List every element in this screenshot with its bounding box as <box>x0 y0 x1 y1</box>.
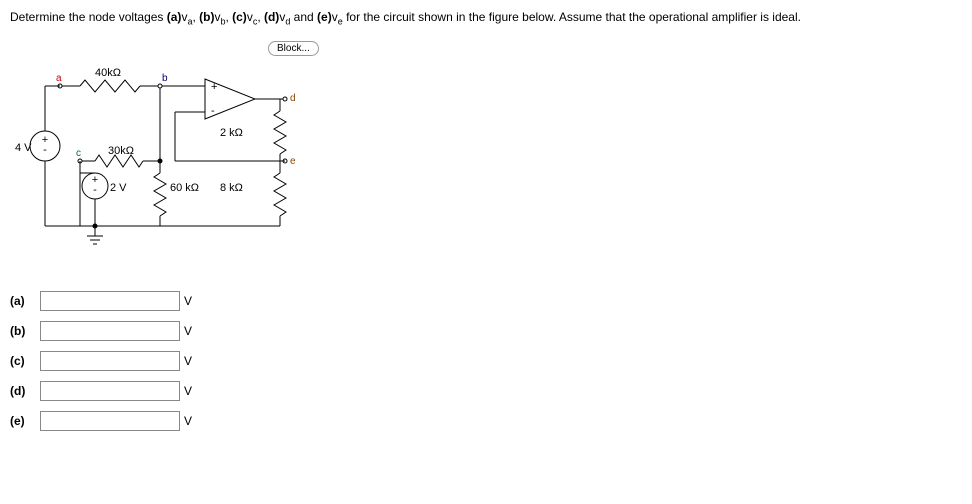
svg-text:-: - <box>43 144 47 156</box>
answer-d-label: (d) <box>10 384 40 398</box>
part-c-tag: (c) <box>232 10 247 24</box>
answer-b-unit: V <box>184 324 192 338</box>
node-b-label: b <box>162 73 168 84</box>
answer-row-b: (b) V <box>10 321 962 341</box>
problem-prefix: Determine the node voltages <box>10 10 167 24</box>
answer-row-c: (c) V <box>10 351 962 371</box>
vsrc2-label: 2 V <box>110 182 127 194</box>
answer-a-input[interactable] <box>40 291 180 311</box>
answer-b-input[interactable] <box>40 321 180 341</box>
answer-a-label: (a) <box>10 294 40 308</box>
block-button[interactable]: Block... <box>268 41 319 56</box>
node-a-label: a <box>56 73 62 84</box>
answer-d-unit: V <box>184 384 192 398</box>
problem-statement: Determine the node voltages (a)va, (b)vb… <box>10 10 962 26</box>
opamp-minus: - <box>211 105 215 117</box>
answer-e-unit: V <box>184 414 192 428</box>
problem-suffix: for the circuit shown in the figure belo… <box>346 10 801 24</box>
node-d-label: d <box>290 93 296 104</box>
part-d-tag: (d) <box>264 10 279 24</box>
answer-c-input[interactable] <box>40 351 180 371</box>
circuit-svg: + - + - + - a b c d e 4 V 2 V 40kΩ 30kΩ … <box>10 61 340 261</box>
circuit-diagram: Block... <box>10 41 340 261</box>
node-e-label: e <box>290 156 296 167</box>
answer-a-unit: V <box>184 294 192 308</box>
answer-row-d: (d) V <box>10 381 962 401</box>
answer-e-input[interactable] <box>40 411 180 431</box>
node-c-label: c <box>76 148 81 159</box>
part-a-tag: (a) <box>167 10 182 24</box>
r2k-label: 2 kΩ <box>220 127 243 139</box>
answer-d-input[interactable] <box>40 381 180 401</box>
part-b-tag: (b) <box>199 10 214 24</box>
r60k-label: 60 kΩ <box>170 182 199 194</box>
answer-c-unit: V <box>184 354 192 368</box>
vsrc1-label: 4 V <box>15 142 32 154</box>
answer-row-a: (a) V <box>10 291 962 311</box>
r30k-label: 30kΩ <box>108 145 134 157</box>
r8k-label: 8 kΩ <box>220 182 243 194</box>
answers-section: (a) V (b) V (c) V (d) V (e) V <box>10 291 962 431</box>
answer-c-label: (c) <box>10 354 40 368</box>
part-e-tag: (e) <box>317 10 332 24</box>
answer-b-label: (b) <box>10 324 40 338</box>
opamp-plus: + <box>211 81 217 93</box>
r40k-label: 40kΩ <box>95 67 121 79</box>
answer-row-e: (e) V <box>10 411 962 431</box>
svg-text:-: - <box>93 184 97 196</box>
answer-e-label: (e) <box>10 414 40 428</box>
